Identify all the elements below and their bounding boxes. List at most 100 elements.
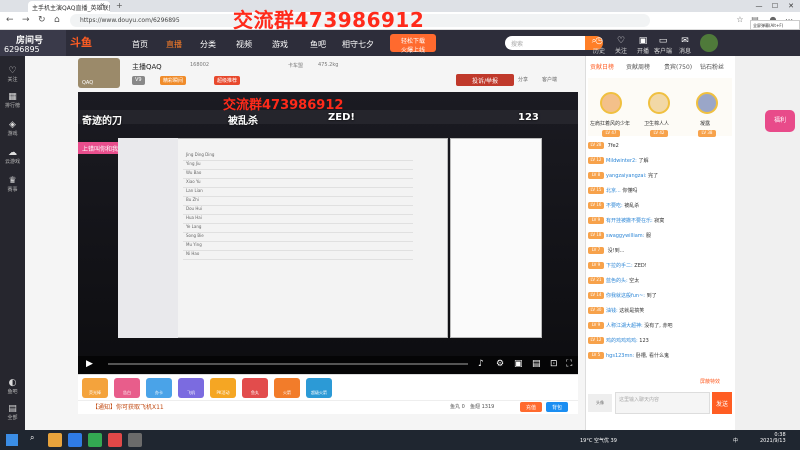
chat-message[interactable]: LV 12 Mildwinter2: 了解 [588, 157, 648, 167]
message-button[interactable]: ✉ 消息 [674, 36, 696, 55]
danmaku-toggle-icon[interactable]: ▤ [532, 359, 541, 369]
nav-fishbar[interactable]: 鱼吧 [310, 39, 326, 50]
follow-button[interactable]: ♡ 关注 [610, 36, 632, 55]
chat-username[interactable]: 你我就这般fun~: [606, 293, 645, 299]
tab-vip[interactable]: 贵宾(750) [664, 62, 692, 71]
tab-close-icon[interactable]: ✕ [100, 2, 105, 9]
rail-games[interactable]: ◈ 游戏 [0, 120, 25, 137]
avatar[interactable] [648, 92, 670, 114]
nav-event[interactable]: 相守七夕 [342, 39, 374, 50]
broadcast-button[interactable]: ▣ 开播 [632, 36, 654, 55]
highlight-badge[interactable]: 精彩瞬间 [160, 76, 187, 85]
gift-item[interactable]: 超级火箭 [306, 378, 332, 398]
new-tab-icon[interactable]: + [116, 1, 123, 10]
chat-message[interactable]: LV 30 油钱: 这就是搞笑 [588, 307, 644, 317]
favorites-icon[interactable]: ☆ [735, 15, 745, 25]
chat-message[interactable]: LV 9 人称江湖大超神: 没有了, 赤吧 [588, 322, 672, 332]
avatar[interactable] [700, 34, 718, 52]
settings-icon[interactable]: ⚙ [496, 359, 504, 369]
weather-widget[interactable]: 19°C 空气优 39 [580, 437, 617, 444]
chat-message[interactable]: LV 18 swaggywilliam: 服 [588, 232, 651, 242]
history-button[interactable]: ◷ 历史 [588, 36, 610, 55]
gift-item[interactable]: 荧光棒 [82, 378, 108, 398]
taskbar-search-icon[interactable]: ⌕ [30, 433, 34, 443]
chat-message[interactable]: LV 5 hgs123mn: 卧槽, 看什么鬼 [588, 352, 669, 362]
avatar[interactable] [600, 92, 622, 114]
backpack-button[interactable]: 背包 [546, 402, 568, 412]
rail-esports[interactable]: ♛ 赛事 [0, 176, 25, 193]
gift-item[interactable]: 办卡 [146, 378, 172, 398]
file-explorer-icon[interactable] [48, 433, 62, 447]
rail-fishbar[interactable]: ◐ 鱼吧 [0, 378, 25, 395]
chat-message[interactable]: LV 16 不要吃: 被乱杀 [588, 202, 639, 212]
nav-category[interactable]: 分类 [200, 39, 216, 50]
nav-games[interactable]: 游戏 [272, 39, 288, 50]
chat-username[interactable]: 北京... [606, 188, 621, 194]
webfullscreen-icon[interactable]: ⊡ [550, 359, 558, 369]
gift-item[interactable]: 飞机 [178, 378, 204, 398]
nav-home[interactable]: 首页 [132, 39, 148, 50]
chat-message[interactable]: LV 8 yangzaiyangzai: 完了 [588, 172, 658, 182]
volume-icon[interactable]: ♪ [478, 359, 484, 369]
download-client-button[interactable]: 轻松下载 火爆上线 [390, 34, 436, 54]
ime-indicator[interactable]: 中 [733, 437, 738, 444]
chat-list[interactable]: LV 28 7fe2 LV 12 Mildwinter2: 了解 LV 8 yangza… [588, 142, 732, 370]
video-player[interactable]: 交流群473986912 奇迹的刀 被乱杀 ZED! 123 上错叫你和我吃苦X… [78, 92, 578, 374]
effect-toggle[interactable]: 屏蔽特效 [700, 378, 720, 385]
chat-username[interactable]: 下拉的手二: [606, 263, 633, 269]
chat-message[interactable]: LV 7 没!到... [588, 247, 624, 257]
chat-message[interactable]: LV 9 下拉的手二: ZED! [588, 262, 647, 272]
app-icon[interactable] [128, 433, 142, 447]
play-icon[interactable]: ▶ [86, 359, 93, 369]
app-icon[interactable] [88, 433, 102, 447]
chat-username[interactable]: 人称江湖大超神: [606, 323, 643, 329]
recommend-badge[interactable]: 超级推荐 [214, 76, 241, 85]
browser-tab[interactable]: 主手机主演QAQ直播_英雄联盟 [28, 1, 110, 12]
chat-username[interactable]: 鸡的鸡鸡鸡鸡: [606, 338, 638, 344]
recharge-button[interactable]: 充值 [520, 402, 542, 412]
chat-message[interactable]: LV 28 7fe2 [588, 142, 619, 152]
maximize-icon[interactable]: ☐ [768, 0, 782, 12]
gift-item[interactable]: 告白 [114, 378, 140, 398]
client-button[interactable]: ▭ 客户端 [652, 36, 674, 55]
reload-icon[interactable]: ↻ [38, 15, 46, 25]
chat-message[interactable]: LV 21 蓝色的头: 空太 [588, 277, 639, 287]
avatar[interactable] [696, 92, 718, 114]
nav-live[interactable]: 直播 [166, 39, 182, 50]
pip-icon[interactable]: ▣ [514, 359, 523, 369]
video-progress-track[interactable] [108, 363, 468, 365]
client-watch-button[interactable]: 客户端 [542, 76, 557, 83]
tab-diamond-fans[interactable]: 钻石粉丝 [700, 62, 724, 71]
chat-username[interactable]: hgs123mn: [606, 353, 634, 359]
report-button[interactable]: 投诉/举报 [456, 74, 514, 86]
tab-weekly-rank[interactable]: 贡献周榜 [626, 62, 650, 71]
forward-icon[interactable]: → [22, 15, 30, 25]
fullscreen-icon[interactable]: ⛶ [566, 359, 572, 369]
chat-message[interactable]: LV 9 有开挂被撒不要在乐: 寂寞 [588, 217, 664, 227]
search-input[interactable]: 搜索 [505, 36, 585, 50]
edge-icon[interactable] [68, 433, 82, 447]
gift-item[interactable]: PK活动 [210, 378, 236, 398]
gift-item[interactable]: 火箭 [274, 378, 300, 398]
chat-input[interactable]: 这里输入聊天内容 [615, 392, 710, 414]
rail-all[interactable]: ▤ 全部 [0, 404, 25, 421]
chat-username[interactable]: 蓝色的头: [606, 278, 628, 284]
chat-message[interactable]: LV 15 北京... 你懂吗 [588, 187, 637, 197]
rail-rank[interactable]: ▦ 排行榜 [0, 92, 25, 109]
nav-video[interactable]: 视频 [236, 39, 252, 50]
share-button[interactable]: 分享 [518, 76, 528, 83]
home-icon[interactable]: ⌂ [54, 15, 60, 25]
rail-follow[interactable]: ♡ 关注 [0, 66, 25, 83]
chat-message[interactable]: LV 14 你我就这般fun~: 到了 [588, 292, 657, 302]
chat-username[interactable]: Mildwinter2: [606, 158, 637, 164]
send-button[interactable]: 发送 [712, 392, 732, 414]
rail-cloud-games[interactable]: ☁ 云游戏 [0, 148, 25, 165]
close-window-icon[interactable]: ✕ [784, 0, 798, 12]
chat-username[interactable]: 油钱: [606, 308, 618, 314]
chat-username[interactable]: 不要吃: [606, 203, 623, 209]
chat-message[interactable]: LV 12 鸡的鸡鸡鸡鸡: 123 [588, 337, 649, 347]
back-icon[interactable]: ← [6, 15, 14, 25]
app-icon[interactable] [108, 433, 122, 447]
chat-username[interactable]: swaggywilliam: [606, 233, 644, 239]
welfare-badge[interactable]: 福利 [765, 110, 795, 132]
